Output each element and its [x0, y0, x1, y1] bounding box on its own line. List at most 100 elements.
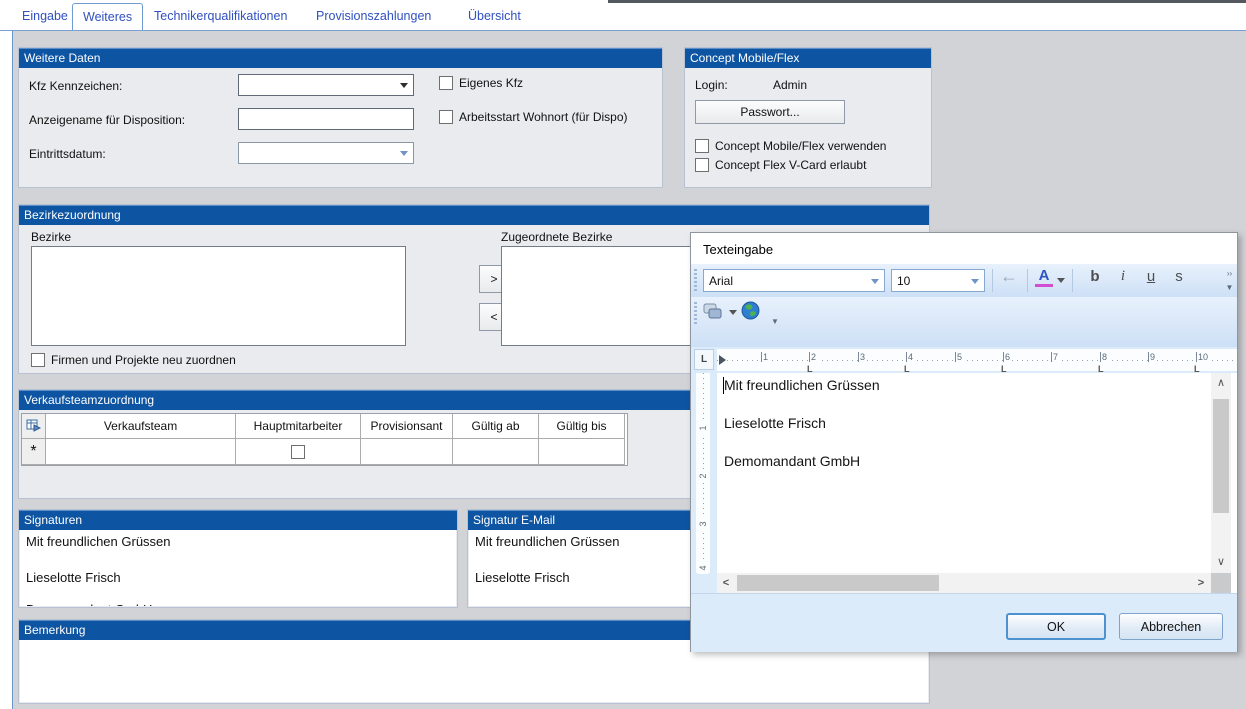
- tab-alignment-selector[interactable]: L: [694, 349, 714, 370]
- rich-text-input[interactable]: Mit freundlichen Grüssen Lieselotte Fris…: [717, 373, 1211, 573]
- underline-button[interactable]: u: [1139, 268, 1163, 285]
- ruler-number: 3: [858, 352, 867, 362]
- chevron-down-icon[interactable]: [729, 310, 737, 319]
- ruler-number: 10: [1196, 352, 1210, 362]
- firmen-projekte-checkbox[interactable]: Firmen und Projekte neu zuordnen: [31, 353, 236, 367]
- font-name-select[interactable]: Arial: [703, 269, 885, 292]
- tab-eingabe[interactable]: Eingabe: [12, 3, 78, 29]
- grid-corner-cell[interactable]: [22, 414, 46, 439]
- strikethrough-button[interactable]: s: [1167, 268, 1191, 285]
- font-size-select[interactable]: 10: [891, 269, 985, 292]
- vertical-ruler[interactable]: 1 2 3 4: [691, 373, 717, 593]
- text-line: Lieselotte Frisch: [724, 415, 826, 431]
- indent-marker-icon[interactable]: [719, 355, 731, 365]
- toolbar-overflow-button[interactable]: ▼: [771, 317, 779, 326]
- firmen-projekte-label: Firmen und Projekte neu zuordnen: [51, 353, 236, 367]
- column-header-verkaufsteam[interactable]: Verkaufsteam: [46, 414, 236, 439]
- arbeitsstart-checkbox[interactable]: Arbeitsstart Wohnort (für Dispo): [439, 110, 628, 124]
- chevron-down-icon[interactable]: [1057, 278, 1065, 287]
- ruler-number: 2: [809, 352, 818, 362]
- ruler-number: 8: [1100, 352, 1109, 362]
- tab-weiteres[interactable]: Weiteres: [72, 3, 143, 30]
- kfz-kennzeichen-select[interactable]: [238, 74, 414, 96]
- insert-field-icon[interactable]: [703, 302, 723, 324]
- toolbar-overflow-button[interactable]: ›› ▼: [1223, 266, 1236, 295]
- bezirke-listbox[interactable]: [31, 246, 406, 346]
- cell-verkaufsteam[interactable]: [46, 439, 236, 465]
- chevron-down-icon: [400, 83, 408, 92]
- bold-button[interactable]: b: [1083, 268, 1107, 285]
- chevron-down-icon: [400, 151, 408, 160]
- group-signaturen: Signaturen Mit freundlichen Grüssen Lies…: [18, 509, 458, 608]
- cell-gueltig-bis[interactable]: [539, 439, 625, 465]
- cancel-button[interactable]: Abbrechen: [1119, 613, 1223, 640]
- column-header-hauptmitarbeiter[interactable]: Hauptmitarbeiter: [236, 414, 361, 439]
- ruler-number: 2: [698, 470, 708, 482]
- bezirke-list-label: Bezirke: [31, 230, 71, 244]
- eigenes-kfz-checkbox[interactable]: Eigenes Kfz: [439, 76, 523, 90]
- scroll-right-icon[interactable]: >: [1195, 577, 1207, 589]
- panel-left-border: [0, 31, 13, 709]
- horizontal-scrollbar[interactable]: < >: [717, 573, 1211, 593]
- ruler-number: 1: [761, 352, 770, 362]
- font-name-value: Arial: [709, 274, 733, 288]
- concept-vcard-label: Concept Flex V-Card erlaubt: [715, 158, 866, 172]
- chevron-down-icon: [971, 279, 979, 288]
- overflow-chevrons-icon: ››: [1227, 269, 1232, 278]
- cell-hauptmitarbeiter[interactable]: [236, 439, 361, 465]
- ruler-number: 3: [698, 518, 708, 530]
- group-concept-mobile-flex: Concept Mobile/Flex Login: Admin Passwor…: [684, 47, 932, 188]
- ok-button[interactable]: OK: [1006, 613, 1106, 640]
- arbeitsstart-label: Arbeitsstart Wohnort (für Dispo): [459, 110, 628, 124]
- eintrittsdatum-select[interactable]: [238, 142, 414, 164]
- cell-provisionsanteil[interactable]: [361, 439, 453, 465]
- anzeigename-input[interactable]: [238, 108, 414, 130]
- toolbar-grip-handle[interactable]: [694, 269, 697, 292]
- signature-line: Mit freundlichen Grüssen: [26, 534, 171, 549]
- eigenes-kfz-label: Eigenes Kfz: [459, 76, 523, 90]
- scroll-left-icon[interactable]: <: [720, 577, 732, 589]
- app-window: Eingabe Weiteres Technikerqualifikatione…: [0, 0, 1246, 709]
- font-color-button[interactable]: A: [1035, 268, 1053, 287]
- checkbox-box: [439, 76, 453, 90]
- group-header-signaturen: Signaturen: [19, 510, 457, 530]
- horizontal-ruler[interactable]: 1 2 3 4 5 6 7 8 9 10 L L L L L: [717, 349, 1237, 371]
- passwort-button[interactable]: Passwort...: [695, 100, 845, 124]
- checkbox-box: [31, 353, 45, 367]
- vertical-scrollbar[interactable]: ∧ ∨: [1211, 373, 1231, 573]
- scrollbar-thumb[interactable]: [737, 575, 939, 591]
- hyperlink-globe-icon[interactable]: [741, 301, 760, 323]
- text-line: Mit freundlichen Grüssen: [724, 377, 880, 393]
- toolbar-grip-handle[interactable]: [694, 302, 697, 324]
- signaturen-textarea[interactable]: Mit freundlichen Grüssen Lieselotte Fris…: [20, 530, 456, 606]
- text-line: Demomandant GmbH: [724, 453, 860, 469]
- kfz-kennzeichen-label: Kfz Kennzeichen:: [29, 79, 122, 93]
- scrollbar-thumb[interactable]: [1213, 399, 1229, 513]
- tab-bar: Eingabe Weiteres Technikerqualifikatione…: [0, 0, 1246, 31]
- concept-verwenden-checkbox[interactable]: Concept Mobile/Flex verwenden: [695, 139, 886, 153]
- concept-vcard-checkbox[interactable]: Concept Flex V-Card erlaubt: [695, 158, 866, 172]
- group-weitere-daten: Weitere Daten Kfz Kennzeichen: Eigenes K…: [18, 47, 663, 188]
- tab-uebersicht[interactable]: Übersicht: [458, 3, 531, 29]
- checkbox-box: [695, 158, 709, 172]
- tab-technikerqualifikationen[interactable]: Technikerqualifikationen: [144, 3, 297, 29]
- concept-verwenden-label: Concept Mobile/Flex verwenden: [715, 139, 886, 153]
- ruler-number: 1: [698, 422, 708, 434]
- cell-gueltig-ab[interactable]: [453, 439, 539, 465]
- dialog-footer: OK Abbrechen: [691, 593, 1237, 652]
- italic-button[interactable]: i: [1111, 268, 1135, 285]
- scroll-up-icon[interactable]: ∧: [1211, 376, 1231, 389]
- tab-provisionszahlungen[interactable]: Provisionszahlungen: [306, 3, 441, 29]
- anzeigename-label: Anzeigename für Disposition:: [29, 113, 185, 127]
- scroll-down-icon[interactable]: ∨: [1211, 555, 1231, 568]
- ruler-number: 4: [698, 562, 708, 574]
- texteingabe-dialog: Texteingabe Arial 10 ← A b i u s ››: [690, 232, 1238, 652]
- undo-arrow-icon[interactable]: ←: [997, 266, 1021, 287]
- column-header-provisionsanteil[interactable]: Provisionsant: [361, 414, 453, 439]
- signature-line: Lieselotte Frisch: [26, 570, 121, 585]
- column-header-gueltig-bis[interactable]: Gültig bis: [539, 414, 625, 439]
- table-properties-icon: [26, 419, 41, 433]
- group-header-concept: Concept Mobile/Flex: [685, 48, 931, 68]
- hauptmitarbeiter-checkbox[interactable]: [291, 445, 305, 459]
- column-header-gueltig-ab[interactable]: Gültig ab: [453, 414, 539, 439]
